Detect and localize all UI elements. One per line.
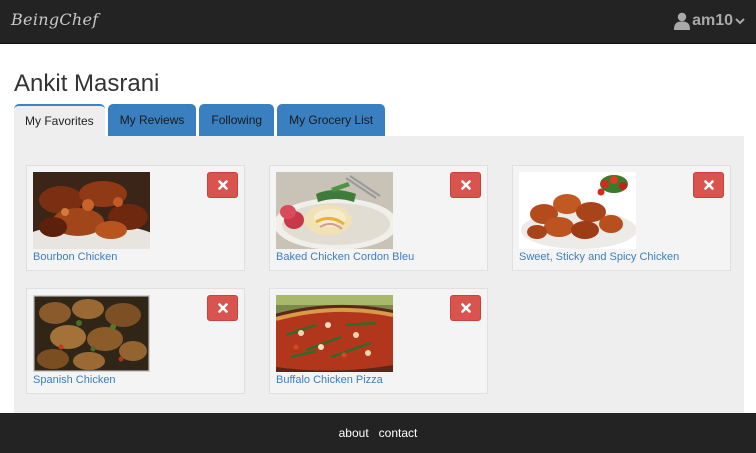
recipe-image[interactable] bbox=[519, 172, 636, 249]
close-icon bbox=[217, 180, 228, 190]
top-navbar: BeingChef am10 bbox=[0, 0, 756, 44]
favorite-card: Sweet, Sticky and Spicy Chicken bbox=[512, 165, 731, 271]
tab-my-favorites[interactable]: My Favorites bbox=[14, 104, 105, 136]
page-title: Ankit Masrani bbox=[14, 70, 160, 97]
recipe-link[interactable]: Buffalo Chicken Pizza bbox=[276, 374, 383, 386]
close-icon bbox=[703, 180, 714, 190]
favorite-card: Baked Chicken Cordon Bleu bbox=[269, 165, 488, 271]
remove-favorite-button[interactable] bbox=[207, 295, 238, 321]
tab-my-grocery-list[interactable]: My Grocery List bbox=[277, 104, 386, 136]
brand-logo[interactable]: BeingChef bbox=[11, 10, 99, 29]
remove-favorite-button[interactable] bbox=[207, 172, 238, 198]
about-link[interactable]: about bbox=[339, 426, 369, 440]
favorite-card: Bourbon Chicken bbox=[26, 165, 245, 271]
recipe-link[interactable]: Spanish Chicken bbox=[33, 374, 116, 386]
tab-following[interactable]: Following bbox=[199, 104, 275, 136]
footer: about contact bbox=[0, 413, 756, 453]
close-icon bbox=[460, 303, 471, 313]
close-icon bbox=[217, 303, 228, 313]
chevron-down-icon bbox=[735, 18, 745, 25]
tab-my-reviews[interactable]: My Reviews bbox=[107, 104, 197, 136]
recipe-link[interactable]: Sweet, Sticky and Spicy Chicken bbox=[519, 251, 679, 263]
profile-tabs: My Favorites My Reviews Following My Gro… bbox=[14, 104, 388, 136]
contact-link[interactable]: contact bbox=[379, 426, 418, 440]
recipe-image[interactable] bbox=[276, 172, 393, 249]
recipe-link[interactable]: Baked Chicken Cordon Bleu bbox=[276, 251, 414, 263]
recipe-image[interactable] bbox=[33, 295, 150, 372]
favorite-card: Buffalo Chicken Pizza bbox=[269, 288, 488, 394]
recipe-link[interactable]: Bourbon Chicken bbox=[33, 251, 117, 263]
close-icon bbox=[460, 180, 471, 190]
user-icon bbox=[674, 12, 691, 30]
recipe-image[interactable] bbox=[276, 295, 393, 372]
remove-favorite-button[interactable] bbox=[693, 172, 724, 198]
favorites-panel: Bourbon Chicken Baked Chicken Cordon Ble… bbox=[14, 136, 744, 413]
remove-favorite-button[interactable] bbox=[450, 295, 481, 321]
username-label: am10 bbox=[692, 12, 733, 29]
recipe-image[interactable] bbox=[33, 172, 150, 249]
remove-favorite-button[interactable] bbox=[450, 172, 481, 198]
favorite-card: Spanish Chicken bbox=[26, 288, 245, 394]
user-menu[interactable]: am10 bbox=[674, 12, 745, 30]
